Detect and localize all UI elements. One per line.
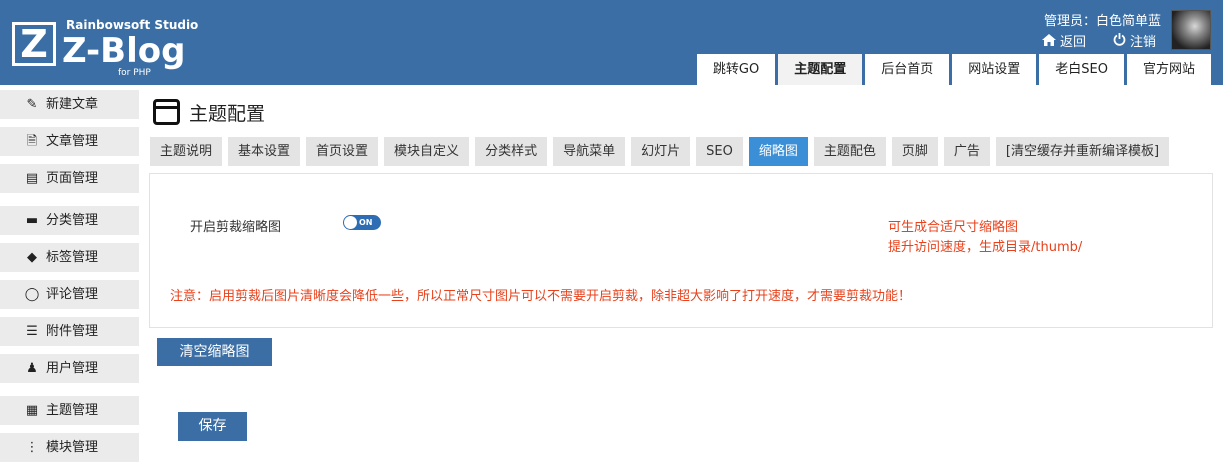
top-header: Z Rainbowsoft Studio Z-Blog for PHP 管理员：… bbox=[0, 0, 1223, 85]
sidebar-item-users[interactable]: ♟ 用户管理 bbox=[0, 354, 139, 383]
window-icon bbox=[153, 99, 180, 125]
tab-seo[interactable]: SEO bbox=[696, 137, 743, 166]
logo-studio-text: Rainbowsoft Studio bbox=[66, 18, 199, 32]
sidebar-item-label: 用户管理 bbox=[46, 361, 99, 376]
crop-thumbnail-label: 开启剪裁缩略图 bbox=[190, 220, 282, 235]
tab-category-style[interactable]: 分类样式 bbox=[475, 137, 548, 166]
sidebar-item-label: 页面管理 bbox=[46, 171, 99, 186]
tab-custom-modules[interactable]: 模块自定义 bbox=[384, 137, 470, 166]
power-icon bbox=[1113, 33, 1126, 50]
back-link[interactable]: 返回 bbox=[1042, 31, 1086, 50]
tag-icon: ◆ bbox=[27, 250, 37, 265]
tab-footer[interactable]: 页脚 bbox=[891, 137, 938, 166]
edit-icon: ✎ bbox=[26, 97, 38, 112]
sidebar-item-label: 分类管理 bbox=[46, 213, 99, 228]
admin-name-label: 管理员：白色简单蓝 bbox=[1043, 14, 1161, 29]
config-tabs: 主题说明 基本设置 首页设置 模块自定义 分类样式 导航菜单 幻灯片 SEO 缩… bbox=[150, 137, 1170, 166]
hint-line: 提升访问速度，生成目录/thumb/ bbox=[888, 240, 1083, 255]
tab-theme-colors[interactable]: 主题配色 bbox=[813, 137, 886, 166]
crop-thumbnail-toggle[interactable]: ON bbox=[343, 215, 381, 230]
back-link-label: 返回 bbox=[1060, 35, 1087, 50]
sidebar-item-attachments[interactable]: ☰ 附件管理 bbox=[0, 317, 139, 346]
save-button[interactable]: 保存 bbox=[178, 412, 247, 441]
topnav-theme-config[interactable]: 主题配置 bbox=[778, 54, 863, 85]
sidebar-item-categories[interactable]: ▬ 分类管理 bbox=[0, 206, 139, 235]
toggle-knob bbox=[344, 216, 357, 229]
tab-ads[interactable]: 广告 bbox=[943, 137, 990, 166]
tab-home-settings[interactable]: 首页设置 bbox=[306, 137, 379, 166]
attachment-icon: ☰ bbox=[26, 324, 38, 339]
avatar[interactable] bbox=[1171, 10, 1211, 50]
comment-icon: ◯ bbox=[24, 287, 40, 302]
tab-clear-cache-recompile[interactable]: [清空缓存并重新编译模板] bbox=[995, 137, 1170, 166]
page-title: 主题配置 bbox=[189, 103, 266, 125]
sidebar-item-label: 新建文章 bbox=[46, 97, 99, 112]
site-logo[interactable]: Z Rainbowsoft Studio Z-Blog for PHP bbox=[12, 16, 212, 78]
logout-link[interactable]: 注销 bbox=[1113, 31, 1156, 50]
tab-theme-info[interactable]: 主题说明 bbox=[150, 137, 223, 166]
sidebar-item-comments[interactable]: ◯ 评论管理 bbox=[0, 280, 139, 309]
crop-notice: 注意：启用剪裁后图片清晰度会降低一些，所以正常尺寸图片可以不需要开启剪裁，除非超… bbox=[170, 289, 912, 304]
sidebar-item-label: 主题管理 bbox=[46, 403, 99, 418]
theme-icon: ▦ bbox=[25, 403, 39, 418]
sidebar-item-label: 附件管理 bbox=[46, 324, 99, 339]
logout-link-label: 注销 bbox=[1130, 35, 1157, 50]
sidebar-item-label: 模块管理 bbox=[46, 440, 99, 455]
module-icon: ⋮ bbox=[25, 440, 39, 455]
tab-slideshow[interactable]: 幻灯片 bbox=[631, 137, 691, 166]
folder-icon: ▬ bbox=[25, 213, 39, 228]
sidebar-item-label: 文章管理 bbox=[46, 134, 99, 149]
logo-platform-text: for PHP bbox=[118, 68, 151, 78]
user-icon: ♟ bbox=[26, 361, 38, 376]
sidebar: ✎ 新建文章 🗎 文章管理 ▤ 页面管理 ▬ 分类管理 ◆ 标签管理 ◯ 评论管理 ☰ 附件管… bbox=[0, 85, 140, 462]
topnav-site-settings[interactable]: 网站设置 bbox=[952, 54, 1037, 85]
topnav-laobai-seo[interactable]: 老白SEO bbox=[1039, 54, 1124, 85]
sidebar-item-new-article[interactable]: ✎ 新建文章 bbox=[0, 90, 139, 119]
document-icon: 🗎 bbox=[26, 134, 38, 149]
top-nav: 跳转GO 主题配置 后台首页 网站设置 老白SEO 官方网站 bbox=[696, 54, 1211, 85]
topnav-dashboard[interactable]: 后台首页 bbox=[865, 54, 950, 85]
page-icon: ▤ bbox=[25, 171, 39, 186]
sidebar-item-label: 标签管理 bbox=[46, 250, 99, 265]
sidebar-item-label: 评论管理 bbox=[46, 287, 99, 302]
sidebar-item-tags[interactable]: ◆ 标签管理 bbox=[0, 243, 139, 272]
home-icon bbox=[1042, 34, 1056, 50]
logo-name-text: Z-Blog bbox=[62, 31, 186, 71]
tab-thumbnail[interactable]: 缩略图 bbox=[748, 137, 808, 166]
tab-nav-menu[interactable]: 导航菜单 bbox=[553, 137, 626, 166]
tab-basic-settings[interactable]: 基本设置 bbox=[228, 137, 301, 166]
sidebar-item-modules[interactable]: ⋮ 模块管理 bbox=[0, 433, 139, 462]
logo-mark: Z bbox=[12, 22, 56, 66]
hint-line: 可生成合适尺寸缩略图 bbox=[888, 220, 1019, 235]
sidebar-item-themes[interactable]: ▦ 主题管理 bbox=[0, 396, 139, 425]
sidebar-item-articles[interactable]: 🗎 文章管理 bbox=[0, 127, 139, 156]
sidebar-item-pages[interactable]: ▤ 页面管理 bbox=[0, 164, 139, 193]
topnav-official-site[interactable]: 官方网站 bbox=[1126, 54, 1211, 85]
toggle-state-text: ON bbox=[359, 218, 373, 227]
topnav-jump-go[interactable]: 跳转GO bbox=[696, 54, 776, 85]
clear-thumbnails-button[interactable]: 清空缩略图 bbox=[157, 338, 272, 366]
